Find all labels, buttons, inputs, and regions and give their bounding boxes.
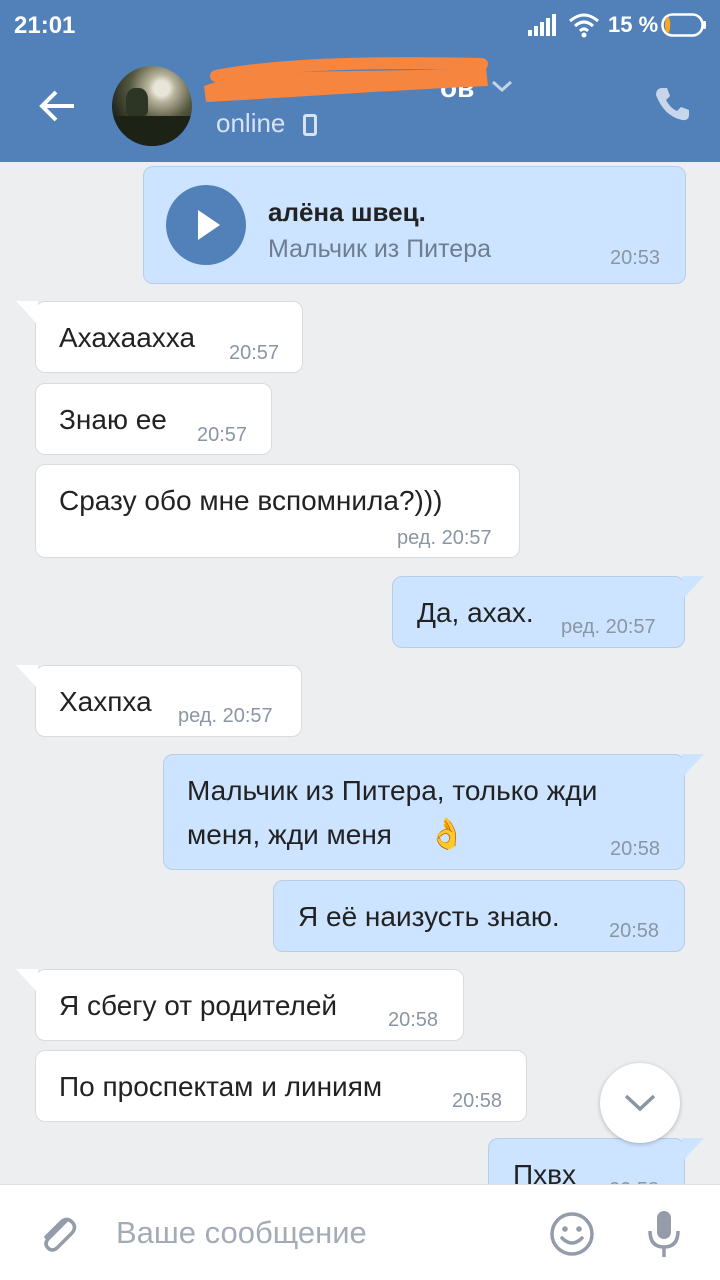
message-text: Я её наизусть знаю. (298, 901, 560, 932)
message-text: Хахпха (59, 686, 152, 717)
message-time: ред. 20:57 (397, 527, 492, 549)
message-text: Ахахаахха (59, 322, 196, 353)
message-input[interactable] (116, 1209, 526, 1257)
back-arrow-icon[interactable] (36, 84, 80, 128)
message-text: Я сбегу от родителей (59, 990, 338, 1021)
chevron-down-icon[interactable] (490, 78, 514, 94)
message-bubble-incoming[interactable]: Знаю ее 20:57 (35, 383, 272, 455)
ok-hand-emoji: 👌 (428, 818, 466, 851)
message-text: По проспектам и линиям (59, 1071, 383, 1102)
scroll-down-button[interactable] (600, 1063, 680, 1143)
message-bubble-incoming[interactable]: Ахахаахха 20:57 (16, 301, 303, 373)
paperclip-icon[interactable] (36, 1211, 80, 1255)
chevron-down-icon (624, 1094, 656, 1112)
phone-icon[interactable] (652, 84, 692, 124)
message-text: Да, ахах. (417, 597, 534, 628)
audio-artist: алёна швец. (268, 197, 426, 227)
battery-percent: 15 % (608, 12, 659, 37)
message-text-line-2: меня, жди меня (187, 819, 392, 850)
audio-title: Мальчик из Питера (268, 235, 492, 263)
message-bubble-incoming[interactable]: По проспектам и линиям 20:58 (35, 1050, 527, 1122)
wifi-icon (569, 13, 599, 38)
contact-status: online (216, 108, 286, 138)
message-time: ред. 20:57 (178, 705, 273, 727)
message-bubble-incoming[interactable]: Сразу обо мне вспомнила?))) ред. 20:57 (35, 464, 520, 558)
message-bubble-outgoing[interactable]: Мальчик из Питера, только жди меня, жди … (163, 754, 704, 870)
message-bubble-incoming[interactable]: Я сбегу от родителей 20:58 (16, 969, 464, 1041)
message-text: Сразу обо мне вспомнила?))) (59, 485, 443, 516)
message-time: 20:58 (452, 1090, 503, 1112)
mobile-device-icon (303, 114, 317, 136)
smile-icon[interactable] (549, 1211, 595, 1257)
signal-icon (528, 14, 556, 36)
message-bubble-outgoing[interactable]: Я её наизусть знаю. 20:58 (273, 880, 685, 952)
message-bubble-incoming[interactable]: Хахпха ред. 20:57 (16, 665, 302, 737)
message-input-bar (0, 1184, 720, 1280)
message-bubble-outgoing[interactable]: Да, ахах. ред. 20:57 (392, 576, 704, 648)
message-time: 20:57 (229, 342, 280, 364)
message-time: ред. 20:57 (561, 616, 656, 638)
message-time: 20:57 (197, 424, 248, 446)
redaction-scribble (204, 57, 488, 102)
message-time: 20:53 (610, 247, 661, 269)
message-time: 20:58 (388, 1009, 439, 1031)
status-bar: 21:01 15 % (0, 0, 720, 52)
audio-message[interactable]: алёна швец. Мальчик из Питера 20:53 (143, 166, 686, 284)
microphone-icon[interactable] (646, 1209, 682, 1259)
message-time: 20:58 (610, 838, 661, 860)
message-text: Знаю ее (59, 404, 167, 435)
message-text-line-1: Мальчик из Питера, только жди (187, 775, 598, 806)
message-time: 20:58 (609, 920, 660, 942)
battery-icon (661, 13, 706, 37)
app-bar: 21:01 15 % ов online (0, 0, 720, 162)
play-icon[interactable] (166, 185, 246, 265)
contact-avatar[interactable] (112, 66, 192, 146)
status-clock: 21:01 (14, 12, 76, 39)
